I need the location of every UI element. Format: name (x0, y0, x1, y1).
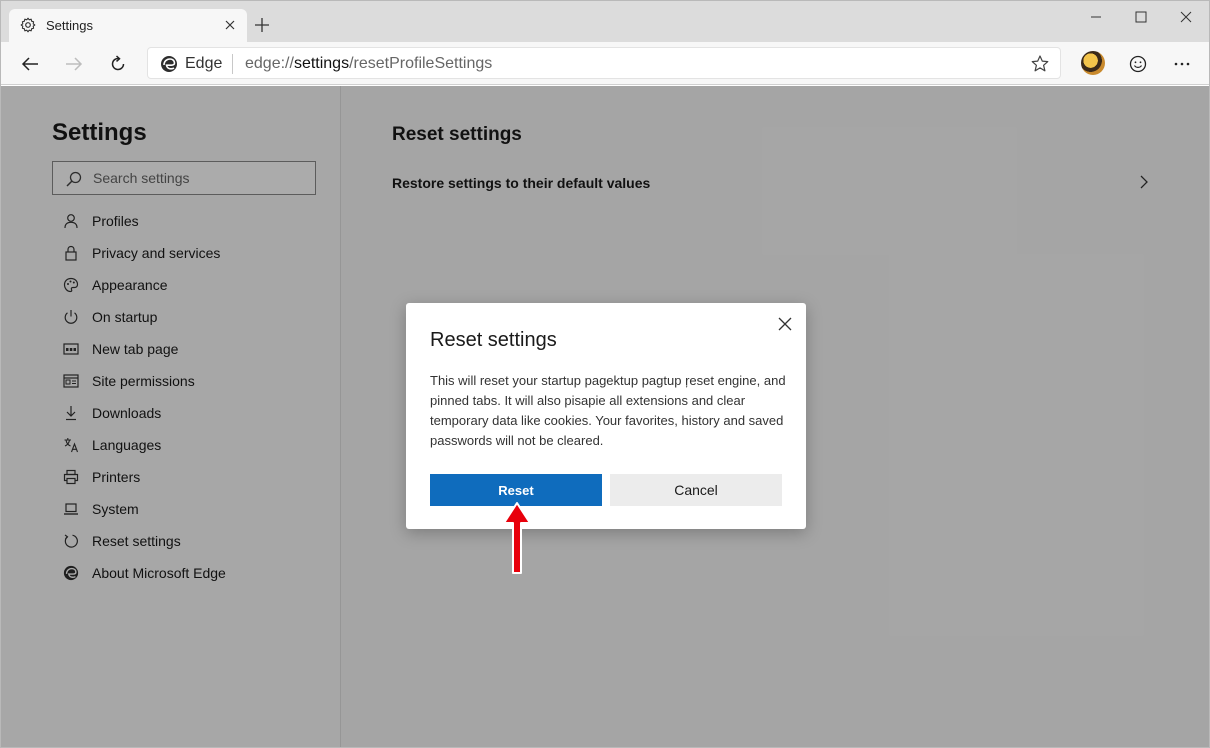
smiley-feedback-icon[interactable] (1123, 49, 1153, 79)
tab-settings[interactable]: Settings (9, 9, 247, 42)
more-menu-icon[interactable] (1167, 49, 1197, 79)
tab-title: Settings (46, 18, 93, 33)
back-arrow-icon[interactable] (15, 49, 45, 79)
title-bar: Settings (1, 1, 1209, 42)
address-separator (232, 54, 233, 74)
reset-settings-dialog: Reset settings This will reset your star… (406, 303, 806, 529)
annotation-arrow-icon (503, 502, 531, 574)
dialog-title: Reset settings (430, 329, 557, 351)
close-window-icon[interactable] (1163, 5, 1209, 29)
address-bar[interactable]: Edge edge://settings/resetProfileSetting… (147, 47, 1061, 79)
minimize-icon[interactable] (1073, 5, 1119, 29)
gear-icon (20, 17, 36, 33)
profile-avatar[interactable] (1081, 51, 1105, 75)
refresh-icon[interactable] (103, 49, 133, 79)
new-tab-plus-icon[interactable] (251, 14, 273, 36)
cancel-button[interactable]: Cancel (610, 474, 782, 506)
maximize-icon[interactable] (1118, 5, 1164, 29)
tab-close-icon[interactable] (221, 16, 239, 34)
dialog-close-icon[interactable] (774, 313, 796, 335)
browser-window: Settings Edge edge://settings/resetProfi… (0, 0, 1210, 748)
favorite-star-icon[interactable] (1030, 54, 1050, 74)
edge-logo-icon (161, 56, 177, 72)
toolbar: Edge edge://settings/resetProfileSetting… (1, 42, 1209, 85)
forward-arrow-icon[interactable] (59, 49, 89, 79)
dialog-message: This will reset your startup pagektup pa… (430, 373, 786, 448)
url-text: edge://settings/resetProfileSettings (245, 55, 493, 72)
address-brand-label: Edge (185, 55, 223, 72)
